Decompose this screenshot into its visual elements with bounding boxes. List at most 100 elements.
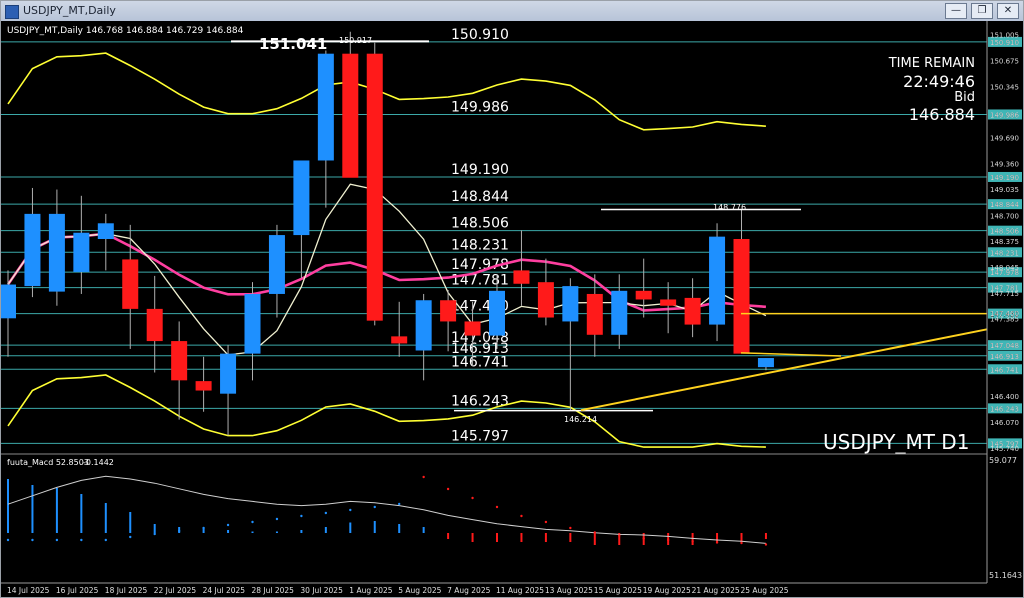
price-axis-label: 150.345: [990, 83, 1019, 91]
bull-candle[interactable]: [293, 160, 310, 236]
close-button[interactable]: ✕: [997, 3, 1019, 19]
symbol-info: USDJPY_MT,Daily 146.768 146.884 146.729 …: [7, 26, 244, 36]
date-axis-label: 13 Aug 2025: [545, 586, 593, 595]
chart-window: USDJPY_MT,Daily — ❐ ✕ 150.910 150.910 149.…: [0, 0, 1024, 598]
bid-label: Bid: [954, 90, 975, 105]
bull-candle[interactable]: [268, 235, 285, 294]
price-axis-label: 148.231: [990, 249, 1019, 257]
macd-dot: [226, 523, 230, 527]
macd-dot: [618, 534, 621, 537]
price-axis-label: 150.910: [990, 39, 1019, 47]
price-axis-label: 149.035: [990, 186, 1019, 194]
macd-signal-line: [7, 475, 766, 544]
level-label: 149.190: [451, 162, 509, 178]
bull-candle[interactable]: [244, 293, 261, 354]
title-bar[interactable]: USDJPY_MT,Daily — ❐ ✕: [1, 1, 1023, 21]
macd-dot: [691, 540, 694, 543]
bear-candle[interactable]: [171, 341, 188, 381]
date-axis-label: 14 Jul 2025: [7, 586, 50, 595]
indicator-value: -0.1442: [83, 458, 114, 467]
bear-candle[interactable]: [537, 282, 554, 318]
window-title: USDJPY_MT,Daily: [23, 4, 116, 17]
bull-candle[interactable]: [97, 223, 114, 239]
bull-candle[interactable]: [757, 358, 774, 368]
bull-candle[interactable]: [562, 286, 579, 322]
date-axis-label: 1 Aug 2025: [349, 586, 392, 595]
macd-dot: [666, 538, 670, 542]
date-axis-label: 18 Jul 2025: [105, 586, 148, 595]
date-axis-label: 21 Aug 2025: [692, 586, 740, 595]
bear-candle[interactable]: [122, 259, 139, 309]
macd-dot: [471, 496, 474, 500]
indicator-scale-bottom: 51.1643: [989, 571, 1022, 580]
price-axis-label: 146.913: [990, 353, 1019, 361]
indicator-scale-top: 59.077: [989, 456, 1017, 465]
low-label: 146.214: [564, 415, 597, 424]
bear-candle[interactable]: [684, 297, 701, 325]
price-axis-label: 146.070: [990, 419, 1019, 427]
time-remain-value: 22:49:46: [903, 72, 975, 91]
bear-candle[interactable]: [342, 53, 359, 178]
bear-candle[interactable]: [464, 321, 481, 336]
minimize-button[interactable]: —: [945, 3, 967, 19]
bull-candle[interactable]: [48, 213, 65, 292]
bull-candle[interactable]: [611, 290, 628, 335]
bear-candle[interactable]: [195, 381, 212, 391]
macd-dot: [104, 538, 108, 542]
macd-dot: [55, 538, 59, 542]
macd-dot: [373, 505, 376, 509]
level-label: 146.243: [451, 393, 509, 409]
bull-candle[interactable]: [317, 53, 334, 161]
bull-candle[interactable]: [709, 236, 726, 325]
bear-candle[interactable]: [391, 336, 408, 344]
date-axis-label: 25 Aug 2025: [741, 586, 789, 595]
date-axis-label: 22 Jul 2025: [154, 586, 197, 595]
macd-dot: [446, 487, 450, 491]
price-axis-label: 148.375: [990, 238, 1019, 246]
price-axis-label: 147.978: [990, 269, 1019, 277]
macd-dot: [202, 526, 205, 530]
bear-candle[interactable]: [146, 308, 163, 342]
price-axis-label: 149.690: [990, 135, 1019, 143]
macd-dot: [495, 505, 499, 509]
date-axis-label: 30 Jul 2025: [300, 586, 343, 595]
bull-candle[interactable]: [220, 353, 237, 394]
bid-value: 146.884: [909, 105, 975, 124]
macd-dot: [593, 531, 596, 534]
macd-dot: [275, 517, 279, 521]
price-axis-label: 146.741: [990, 366, 1019, 374]
bear-candle[interactable]: [366, 53, 383, 321]
macd-dot: [6, 538, 10, 542]
time-remain-label: TIME REMAIN: [888, 56, 975, 71]
macd-dot: [324, 511, 328, 515]
bear-candle[interactable]: [586, 293, 603, 335]
bull-candle[interactable]: [415, 300, 432, 351]
level-label: 146.741: [451, 354, 509, 370]
price-axis-label: 148.700: [990, 212, 1019, 220]
bear-candle[interactable]: [733, 239, 750, 354]
restore-button[interactable]: ❐: [971, 3, 993, 19]
bear-candle[interactable]: [440, 300, 457, 322]
macd-dot: [153, 532, 156, 536]
bull-candle[interactable]: [73, 232, 90, 272]
price-axis-label: 146.243: [990, 405, 1019, 413]
bear-candle[interactable]: [660, 299, 677, 306]
level-label: 148.844: [451, 189, 509, 205]
price-axis-label: 146.400: [990, 393, 1019, 401]
price-chart[interactable]: 150.910 150.910 149.986 149.986 149.190 149.1…: [1, 21, 1023, 597]
bull-candle[interactable]: [1, 284, 16, 319]
date-axis-label: 15 Aug 2025: [594, 586, 642, 595]
macd-dot: [80, 538, 83, 542]
date-axis-label: 19 Aug 2025: [643, 586, 691, 595]
level-label: 149.986: [451, 99, 509, 115]
date-axis-label: 5 Aug 2025: [398, 586, 441, 595]
macd-dot: [544, 520, 548, 524]
date-axis-label: 7 Aug 2025: [447, 586, 490, 595]
macd-dot: [715, 541, 719, 544]
indicator-label: fuuta_Macd 52.8503: [7, 458, 89, 467]
chart-window-icon: [5, 5, 19, 19]
bull-candle[interactable]: [24, 213, 41, 287]
bear-candle[interactable]: [635, 290, 652, 300]
bull-candle[interactable]: [489, 290, 505, 336]
bear-candle[interactable]: [513, 270, 530, 284]
